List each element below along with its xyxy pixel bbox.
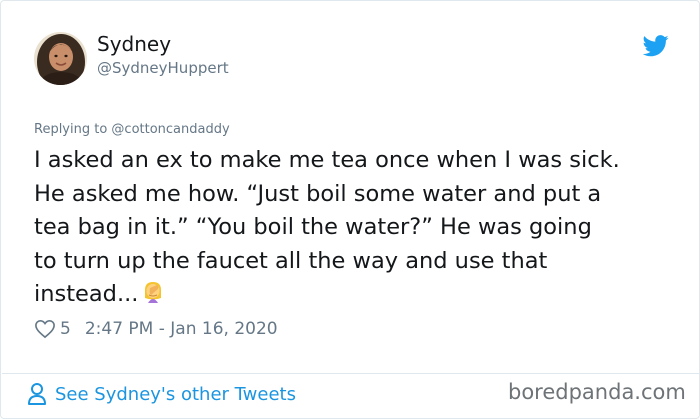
- see-other-tweets-link[interactable]: See Sydney's other Tweets: [27, 382, 296, 406]
- like-count: 5: [60, 319, 71, 339]
- avatar[interactable]: [34, 32, 87, 85]
- woman-facepalming-emoji: [140, 279, 166, 316]
- replying-to[interactable]: Replying to @cottoncandaddy: [34, 122, 230, 137]
- divider: [2, 373, 700, 374]
- tweet-card: Sydney @SydneyHuppert Replying to @cotto…: [0, 0, 700, 419]
- tweet-line: tea bag in it.” “You boil the water?” He…: [34, 214, 592, 240]
- tweet-text: I asked an ex to make me tea once when I…: [34, 144, 674, 316]
- author-name[interactable]: Sydney: [97, 32, 171, 56]
- twitter-bird-icon[interactable]: [642, 35, 669, 57]
- heart-icon[interactable]: [34, 319, 56, 339]
- author-handle[interactable]: @SydneyHuppert: [97, 59, 229, 77]
- timestamp[interactable]: 2:47 PM - Jan 16, 2020: [85, 319, 278, 339]
- tweet-line: He asked me how. “Just boil some water a…: [34, 180, 602, 207]
- tweet-line: instead...: [34, 281, 139, 307]
- tweet-line: I asked an ex to make me tea once when I…: [34, 147, 620, 173]
- watermark: boredpanda.com: [508, 380, 686, 404]
- tweet-meta: 5 2:47 PM - Jan 16, 2020: [34, 319, 278, 339]
- person-icon: [27, 382, 47, 406]
- tweet-line: to turn up the faucet all the way and us…: [34, 247, 548, 274]
- see-other-tweets-label: See Sydney's other Tweets: [55, 383, 296, 405]
